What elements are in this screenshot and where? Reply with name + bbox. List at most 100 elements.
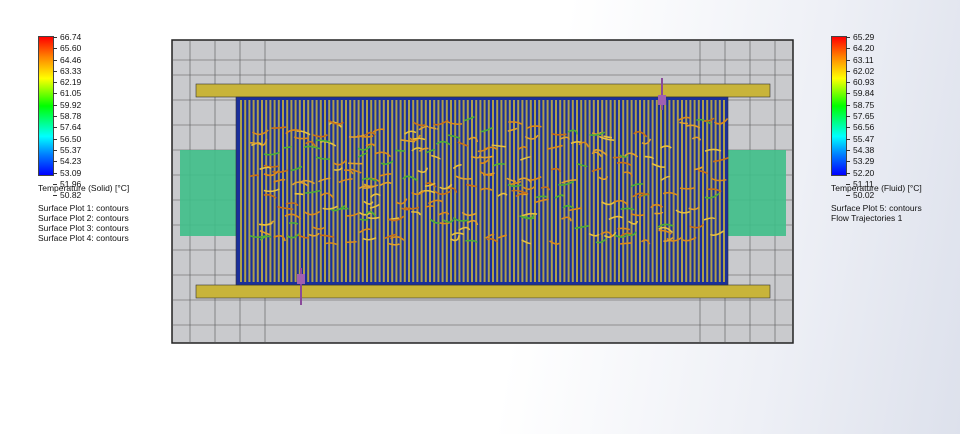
trajectory <box>367 216 380 220</box>
fin <box>496 100 499 282</box>
fin <box>412 100 415 282</box>
fin <box>559 100 562 282</box>
fin <box>504 100 507 282</box>
fin <box>387 100 389 282</box>
fin <box>542 100 545 282</box>
top-plate <box>195 83 771 98</box>
fin <box>408 100 410 282</box>
bottom-plate <box>195 284 771 299</box>
trajectory <box>395 149 405 152</box>
fin <box>534 100 536 282</box>
fin <box>626 100 629 282</box>
fin <box>416 100 419 282</box>
fin <box>647 100 650 282</box>
trajectory <box>345 240 357 244</box>
fin <box>353 100 356 282</box>
fin <box>332 100 335 282</box>
fin <box>261 100 263 282</box>
fin <box>374 100 377 282</box>
fin <box>630 100 633 282</box>
fin <box>689 100 692 282</box>
fin <box>475 100 478 282</box>
fin <box>433 100 436 282</box>
fin <box>622 100 625 282</box>
fin <box>458 100 461 282</box>
fin <box>391 100 394 282</box>
fin <box>660 100 662 282</box>
fin <box>471 100 473 282</box>
fin <box>240 100 242 282</box>
fin <box>479 100 482 282</box>
fin <box>685 100 688 282</box>
fin <box>403 100 406 282</box>
fin <box>366 100 368 282</box>
trajectory <box>359 218 369 221</box>
fin <box>571 100 574 282</box>
fin <box>651 100 654 282</box>
fin <box>328 100 331 282</box>
fin <box>676 100 679 282</box>
trajectory <box>620 242 632 245</box>
fin <box>311 100 314 282</box>
fin <box>324 100 326 282</box>
fin <box>252 100 255 282</box>
fin <box>487 100 490 282</box>
fin <box>450 100 452 282</box>
fin <box>399 100 402 282</box>
fin <box>244 100 247 282</box>
fin <box>349 100 352 282</box>
fin <box>303 100 305 282</box>
fin <box>466 100 469 282</box>
fin <box>714 100 717 282</box>
fin <box>441 100 444 282</box>
fin <box>294 100 297 282</box>
fin <box>538 100 541 282</box>
trajectory <box>348 162 363 165</box>
fin <box>588 100 591 282</box>
fin <box>382 100 385 282</box>
fin <box>601 100 604 282</box>
fin <box>445 100 448 282</box>
fin <box>639 100 641 282</box>
fin <box>345 100 347 282</box>
fin <box>336 100 339 282</box>
fin <box>597 100 599 282</box>
fin <box>508 100 511 282</box>
fin <box>580 100 583 282</box>
fin <box>395 100 398 282</box>
fin <box>681 100 683 282</box>
fin <box>668 100 671 282</box>
fin <box>634 100 637 282</box>
fin <box>706 100 709 282</box>
fin <box>357 100 360 282</box>
fin <box>248 100 251 282</box>
fin <box>500 100 503 282</box>
heat-exchanger-model-view[interactable] <box>0 0 960 434</box>
fin <box>555 100 557 282</box>
fin <box>672 100 675 282</box>
fin <box>618 100 620 282</box>
fin <box>378 100 381 282</box>
fin <box>550 100 553 282</box>
fin <box>437 100 440 282</box>
fin <box>290 100 293 282</box>
fin <box>563 100 566 282</box>
fin <box>462 100 465 282</box>
fin <box>361 100 364 282</box>
fin <box>592 100 595 282</box>
trajectory <box>294 192 304 196</box>
fin <box>643 100 646 282</box>
fin <box>613 100 616 282</box>
fin <box>710 100 713 282</box>
fin <box>605 100 608 282</box>
fin <box>298 100 301 282</box>
fin <box>655 100 658 282</box>
fin <box>256 100 259 282</box>
fin <box>483 100 486 282</box>
fin <box>723 100 725 282</box>
fin <box>576 100 578 282</box>
fin <box>567 100 570 282</box>
fin <box>664 100 667 282</box>
fin <box>584 100 587 282</box>
fin-core <box>235 96 729 286</box>
